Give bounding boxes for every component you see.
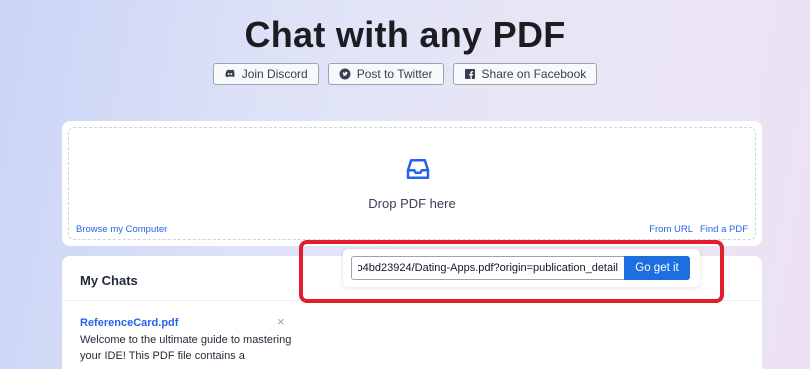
- close-icon[interactable]: ×: [277, 314, 285, 329]
- chat-description: Welcome to the ultimate guide to masteri…: [80, 334, 292, 362]
- pdf-url-input[interactable]: [351, 256, 624, 280]
- drop-pdf-text: Drop PDF here: [368, 196, 456, 211]
- pdf-drop-zone[interactable]: Drop PDF here Browse my Computer From UR…: [68, 127, 756, 240]
- share-buttons: Join Discord Post to Twitter Share on Fa…: [0, 63, 810, 85]
- share-on-facebook-button[interactable]: Share on Facebook: [452, 63, 598, 85]
- post-to-twitter-label: Post to Twitter: [356, 67, 433, 81]
- discord-icon: [225, 69, 235, 78]
- share-on-facebook-label: Share on Facebook: [481, 67, 587, 81]
- join-discord-button[interactable]: Join Discord: [212, 63, 319, 85]
- join-discord-label: Join Discord: [241, 67, 308, 81]
- divider: [62, 300, 762, 301]
- twitter-icon: [339, 68, 351, 80]
- my-chats-heading: My Chats: [80, 273, 138, 288]
- inbox-icon: [406, 159, 430, 179]
- post-to-twitter-button[interactable]: Post to Twitter: [327, 63, 444, 85]
- browse-computer-link[interactable]: Browse my Computer: [76, 224, 167, 235]
- upload-card: Drop PDF here Browse my Computer From UR…: [62, 121, 762, 246]
- facebook-icon: [464, 69, 475, 79]
- go-get-it-button[interactable]: Go get it: [624, 256, 690, 280]
- find-pdf-link[interactable]: Find a PDF: [700, 224, 748, 235]
- page-title: Chat with any PDF: [244, 14, 566, 55]
- chat-title-link[interactable]: ReferenceCard.pdf: [80, 317, 178, 329]
- from-url-link[interactable]: From URL: [649, 224, 693, 235]
- url-input-popup: Go get it: [343, 249, 700, 287]
